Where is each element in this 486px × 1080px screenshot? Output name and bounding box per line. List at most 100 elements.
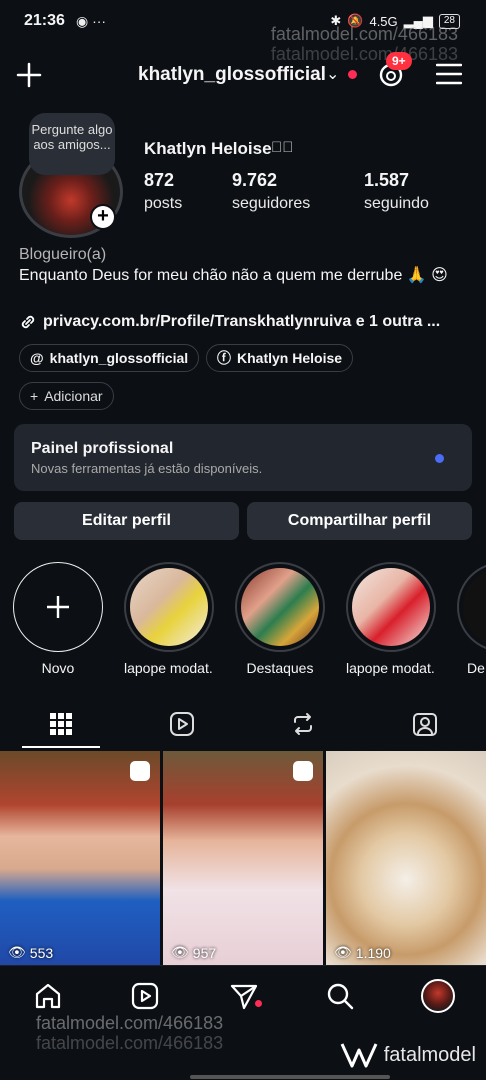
new-highlight[interactable]: Novo [13,562,103,676]
stat-following[interactable]: 1.587 seguindo [364,170,429,213]
facebook-chip-label: Khatlyn Heloise [237,350,343,366]
facebook-icon: ⓕ [217,350,231,366]
tab-tagged[interactable] [365,700,485,748]
profile-bio: Enquanto Deus for meu chão não a quem me… [19,267,448,284]
stat-followers-label: seguidores [232,195,311,212]
watermark-bottom: fatalmodel.com/466183 fatalmodel.com/466… [36,1013,223,1053]
profile-category: Blogueiro(a) [19,246,107,263]
new-highlight-circle [13,562,103,652]
nav-home[interactable] [30,978,66,1014]
reel-indicator-icon [130,761,150,781]
link-icon [21,315,35,329]
panel-subtitle: Novas ferramentas já estão disponíveis. [31,461,263,476]
post-views: 👁 957 [171,944,216,961]
post-views: 👁 553 [8,944,53,961]
highlight-label: lapope modat... [346,660,436,676]
watermark-bottom-line1: fatalmodel.com/466183 [36,1013,224,1033]
nav-search[interactable] [322,978,358,1014]
search-icon [327,983,354,1010]
account-username[interactable]: khatlyn_glossofficial [138,64,326,86]
stat-posts-label: posts [144,195,183,212]
notification-badge: 9+ [386,52,412,70]
highlight-cover [463,568,486,646]
eye-icon: 👁 [8,944,26,960]
home-icon [35,983,61,1009]
status-time: 21:36 [24,12,65,29]
fatalmodel-logo: fatalmodel [340,1040,476,1070]
story-highlight[interactable]: lapope modat... [346,562,436,676]
highlight-label: Destaques [246,660,314,676]
grid-post[interactable]: 👁 1.190 [326,751,486,965]
post-grid: 👁 553 👁 957 👁 1.190 [0,751,486,965]
chevron-down-icon[interactable]: ⌄ [326,64,339,84]
tab-reels[interactable] [122,700,242,748]
new-indicator-dot [435,454,444,463]
tab-grid[interactable] [1,700,121,748]
stat-posts-count: 872 [144,170,175,190]
fatalmodel-logo-text: fatalmodel [383,1043,476,1066]
story-highlight[interactable]: De [457,562,486,676]
highlight-cover [241,568,319,646]
stat-followers[interactable]: 9.762 seguidores [232,170,310,213]
post-views-count: 1.190 [355,944,391,961]
plus-icon[interactable] [14,60,44,90]
active-tab-indicator [22,746,100,748]
post-thumbnail [163,751,323,965]
nav-direct[interactable] [226,978,262,1014]
unread-dot [348,70,357,79]
add-story-button[interactable]: + [90,204,116,230]
unread-dot [255,1000,262,1007]
repost-icon [294,713,312,735]
watermark-top-line1: fatalmodel.com/466183 [270,24,458,44]
verified-badge-icon: ✓⃝ [271,139,294,156]
share-profile-button[interactable]: Compartilhar perfil [247,502,472,540]
profile-link[interactable]: privacy.com.br/Profile/Transkhatlynruiva… [19,313,440,331]
plus-icon: + [92,206,114,228]
stat-following-label: seguindo [364,195,429,212]
highlight-cover [130,568,208,646]
stat-posts[interactable]: 872 posts [144,170,182,213]
hamburger-menu-icon[interactable] [436,62,462,86]
note-bubble[interactable]: Pergunte algo aos amigos... [29,113,115,175]
highlight-label: lapope modat... [124,660,214,676]
add-link-button[interactable]: + Adicionar [19,382,114,410]
highlight-cover [352,568,430,646]
reel-indicator-icon [293,761,313,781]
nav-reels[interactable] [127,978,163,1014]
threads-icon: @ [30,350,44,366]
eye-icon: 👁 [171,944,189,960]
professional-dashboard[interactable]: Painel profissional Novas ferramentas já… [14,424,472,491]
avatar [421,979,455,1013]
grid-post[interactable]: 👁 957 [163,751,323,965]
status-left-icons: ◉ ··· [76,13,107,29]
tab-reposts[interactable] [243,700,363,748]
reels-icon [131,982,159,1010]
send-icon [230,984,258,1010]
edit-profile-button[interactable]: Editar perfil [14,502,239,540]
nav-profile[interactable] [420,978,456,1014]
reels-icon [170,712,194,736]
watermark-bottom-line2: fatalmodel.com/466183 [36,1033,224,1053]
post-thumbnail [0,751,160,965]
eye-icon: 👁 [334,944,352,960]
highlight-label: Novo [41,660,75,676]
plus-icon: + [30,388,39,404]
threads-chip-label: khatlyn_glossofficial [49,350,189,366]
story-highlight[interactable]: Destaques [235,562,325,676]
post-views-count: 553 [29,944,54,961]
panel-title: Painel profissional [31,440,174,457]
stat-followers-count: 9.762 [232,170,278,190]
fatalmodel-logo-icon [340,1043,378,1068]
story-highlight[interactable]: lapope modat... [124,562,214,676]
stat-following-count: 1.587 [364,170,410,190]
profile-topbar: khatlyn_glossofficial ⌄ 9+ [0,50,486,100]
post-views-count: 957 [192,944,217,961]
grid-post[interactable]: 👁 553 [0,751,160,965]
profile-link-text: privacy.com.br/Profile/Transkhatlynruiva… [43,313,441,330]
profile-display-name: Khatlyn Heloise [144,139,272,158]
grid-icon [50,713,72,735]
home-indicator[interactable] [190,1075,390,1079]
highlight-label: De [467,660,485,676]
facebook-profile-chip[interactable]: ⓕ Khatlyn Heloise [206,344,354,372]
threads-profile-chip[interactable]: @ khatlyn_glossofficial [19,344,200,372]
